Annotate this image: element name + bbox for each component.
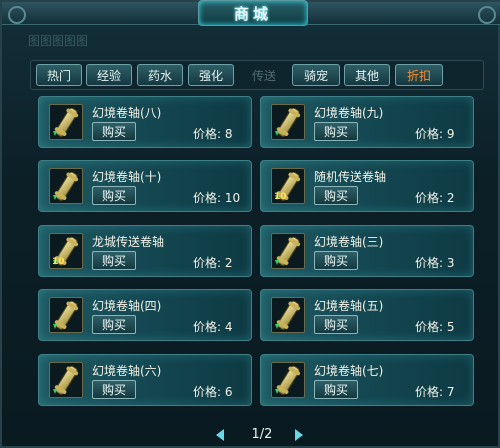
item-card: 幻境卷轴(十) 购买 价格: 10 [38, 160, 252, 212]
tab-exp[interactable]: 经验 [86, 64, 132, 86]
item-card: 幻境卷轴(四) 购买 价格: 4 [38, 289, 252, 341]
item-name: 幻境卷轴(八) [92, 106, 162, 120]
ornament-icon [478, 6, 496, 24]
scroll-icon [49, 104, 83, 140]
item-card: 幻境卷轴(六) 购买 价格: 6 [38, 354, 252, 406]
tab-hot[interactable]: 热门 [36, 64, 82, 86]
scroll-icon: 10 [271, 168, 305, 204]
buy-button[interactable]: 购买 [92, 122, 136, 141]
item-card: 幻境卷轴(五) 购买 价格: 5 [260, 289, 474, 341]
buy-button[interactable]: 购买 [314, 122, 358, 141]
scroll-icon [271, 104, 305, 140]
buy-button[interactable]: 购买 [92, 251, 136, 270]
shop-window: 商城 图图图图图 热门 经验 药水 强化 传送 骑宠 其他 折扣 幻境卷轴(八)… [0, 0, 500, 448]
item-price: 价格: 5 [415, 320, 455, 334]
buy-button[interactable]: 购买 [92, 186, 136, 205]
item-price: 价格: 9 [415, 127, 455, 141]
item-price: 价格: 3 [415, 256, 455, 270]
tab-other[interactable]: 其他 [344, 64, 390, 86]
item-name: 幻境卷轴(三) [314, 235, 384, 249]
item-name: 幻境卷轴(九) [314, 106, 384, 120]
title-plaque: 商城 [198, 0, 308, 26]
tab-potion[interactable]: 药水 [137, 64, 183, 86]
scroll-icon [49, 297, 83, 333]
item-badge: 10 [274, 192, 287, 202]
item-price: 价格: 4 [193, 320, 233, 334]
item-badge: 10 [52, 257, 65, 267]
buy-button[interactable]: 购买 [314, 186, 358, 205]
window-title: 商城 [233, 4, 272, 23]
scroll-icon: 10 [49, 233, 83, 269]
item-name: 幻境卷轴(四) [92, 299, 162, 313]
item-card: 幻境卷轴(九) 购买 价格: 9 [260, 96, 474, 148]
item-card: 幻境卷轴(八) 购买 价格: 8 [38, 96, 252, 148]
tab-discount[interactable]: 折扣 [395, 64, 443, 86]
tab-bar: 热门 经验 药水 强化 传送 骑宠 其他 折扣 [30, 60, 484, 90]
title-bar: 商城 [2, 0, 500, 26]
item-card: 10 随机传送卷轴购买 价格: 2 [260, 160, 474, 212]
prev-page-icon[interactable] [216, 429, 224, 441]
scroll-icon [271, 233, 305, 269]
item-name: 幻境卷轴(十) [92, 170, 162, 184]
scroll-icon [49, 168, 83, 204]
item-card: 幻境卷轴(三) 购买 价格: 3 [260, 225, 474, 277]
item-price: 价格: 8 [193, 127, 233, 141]
buy-button[interactable]: 购买 [92, 315, 136, 334]
buy-button[interactable]: 购买 [314, 315, 358, 334]
tab-teleport: 传送 [251, 68, 276, 83]
tab-enhance[interactable]: 强化 [188, 64, 234, 86]
tab-mount-pet[interactable]: 骑宠 [292, 64, 340, 86]
buy-button[interactable]: 购买 [92, 380, 136, 399]
next-page-icon[interactable] [295, 429, 303, 441]
scroll-icon [49, 362, 83, 398]
item-price: 价格: 2 [415, 191, 455, 205]
item-name: 幻境卷轴(七) [314, 364, 384, 378]
item-card: 幻境卷轴(七) 购买 价格: 7 [260, 354, 474, 406]
item-name: 幻境卷轴(六) [92, 364, 162, 378]
item-price: 价格: 10 [193, 191, 241, 205]
item-price: 价格: 6 [193, 385, 233, 399]
item-price: 价格: 7 [415, 385, 455, 399]
scroll-icon [271, 362, 305, 398]
page-indicator: 1/2 [251, 427, 273, 442]
item-price: 价格: 2 [193, 256, 233, 270]
item-name: 幻境卷轴(五) [314, 299, 384, 313]
scroll-icon [271, 297, 305, 333]
buy-button[interactable]: 购买 [314, 380, 358, 399]
faded-heading: 图图图图图 [28, 34, 89, 48]
ornament-icon [8, 6, 26, 24]
item-name: 随机传送卷轴 [314, 170, 387, 184]
pagination: 1/2 [2, 426, 500, 446]
item-card: 10 龙城传送卷轴购买 价格: 2 [38, 225, 252, 277]
buy-button[interactable]: 购买 [314, 251, 358, 270]
item-name: 龙城传送卷轴 [92, 235, 165, 249]
